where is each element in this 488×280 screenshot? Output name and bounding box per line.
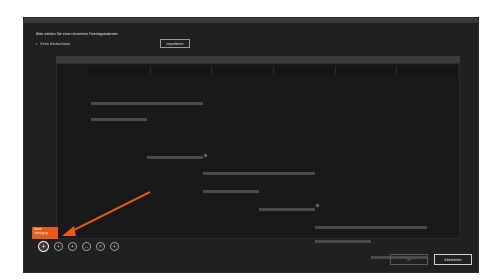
gantt-bar[interactable]	[91, 102, 203, 105]
import-button[interactable]: Importieren	[160, 39, 190, 48]
chevron-right-icon: ›	[36, 41, 38, 46]
new-group-tooltip: Neue Leist.grup.	[32, 227, 58, 239]
timeline-header	[89, 66, 460, 74]
timeline-cell	[336, 66, 398, 74]
add-milestone-button[interactable]: +	[68, 242, 77, 251]
holiday-calendar-dialog: Bitte wählen Sie einen einzelnen Feierta…	[24, 18, 478, 272]
provider-label: Kerio Deutschland	[40, 41, 70, 46]
gantt-bar[interactable]	[203, 172, 315, 175]
tooltip-line: Leist.grup.	[34, 230, 49, 235]
gantt-toolbar: + + + ↔ × +	[38, 241, 119, 252]
timeline-cell	[274, 66, 336, 74]
gantt-bar[interactable]	[315, 240, 371, 243]
gantt-header-bar	[56, 56, 460, 63]
dialog-prompt: Bitte wählen Sie einen einzelnen Feierta…	[36, 32, 119, 36]
gantt-bar[interactable]	[91, 118, 147, 121]
gantt-bar[interactable]	[203, 190, 259, 193]
gantt-bar[interactable]	[147, 156, 203, 159]
link-button[interactable]: ↔	[82, 242, 91, 251]
milestone-marker[interactable]	[315, 203, 320, 208]
delete-button[interactable]: ×	[96, 242, 105, 251]
timeline-cell	[397, 66, 460, 74]
cancel-button[interactable]: Abbrechen	[434, 254, 472, 265]
gantt-chart-area	[56, 63, 460, 259]
provider-item[interactable]: › Kerio Deutschland	[36, 41, 70, 46]
gantt-bar[interactable]	[259, 208, 315, 211]
dialog-top-strip	[24, 18, 478, 23]
milestone-marker[interactable]	[203, 153, 208, 158]
add-group-button[interactable]: +	[38, 241, 49, 252]
timeline-cell	[89, 66, 151, 74]
gantt-bar[interactable]	[315, 226, 427, 229]
add-item-button[interactable]: +	[54, 242, 63, 251]
add-circle-icon[interactable]: +	[110, 242, 119, 251]
ok-button[interactable]: OK	[390, 254, 428, 265]
timeline-cell	[151, 66, 213, 74]
timeline-cell	[212, 66, 275, 74]
